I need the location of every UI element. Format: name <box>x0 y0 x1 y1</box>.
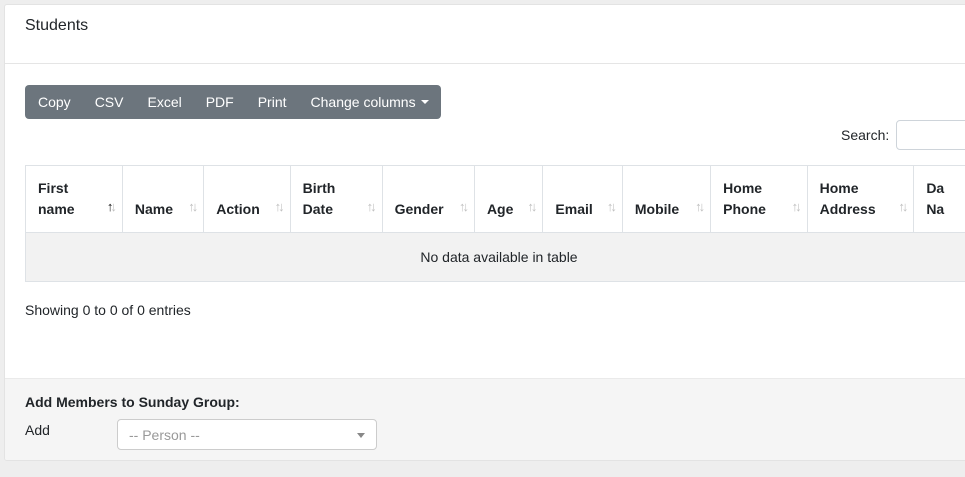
header-text: Home <box>723 180 763 196</box>
students-card: Students Copy CSV Excel PDF Print Change… <box>4 4 965 461</box>
sort-icon: ↑↓ <box>366 199 377 214</box>
card-header: Students <box>5 5 965 64</box>
chevron-down-icon <box>357 433 365 438</box>
column-header-name[interactable]: Name ↑↓ <box>121 165 205 233</box>
add-members-title: Add Members to Sunday Group: <box>25 394 240 410</box>
header-text: First <box>38 180 69 196</box>
header-text: name <box>38 201 75 217</box>
copy-button[interactable]: Copy <box>25 85 83 119</box>
print-label: Print <box>257 94 287 110</box>
table-info: Showing 0 to 0 of 0 entries <box>25 302 191 318</box>
header-text: Phone <box>723 201 766 217</box>
header-text: Age <box>486 201 514 217</box>
header-text: Action <box>216 201 260 217</box>
column-header-action[interactable]: Action ↑↓ <box>203 165 291 233</box>
column-header-age[interactable]: Age ↑↓ <box>473 165 544 233</box>
table-search: Search: <box>841 120 965 150</box>
column-header-gender[interactable]: Gender ↑↓ <box>381 165 475 233</box>
export-button-group: Copy CSV Excel PDF Print Change columns <box>25 85 441 119</box>
empty-table-message: No data available in table <box>25 232 965 282</box>
pdf-button[interactable]: PDF <box>194 85 246 119</box>
column-header-home-phone[interactable]: Home Phone ↑↓ <box>710 165 808 233</box>
header-text: Da <box>926 180 945 196</box>
sort-ascending-icon: ↑↓ <box>106 199 117 214</box>
csv-button[interactable]: CSV <box>83 85 136 119</box>
csv-label: CSV <box>94 94 124 110</box>
sort-icon: ↑↓ <box>898 199 908 214</box>
print-button[interactable]: Print <box>246 85 299 119</box>
sort-icon: ↑↓ <box>188 199 198 214</box>
excel-label: Excel <box>147 94 182 110</box>
person-select-placeholder: -- Person -- <box>129 426 200 443</box>
sort-icon: ↑↓ <box>695 199 705 214</box>
header-text: Birth <box>302 180 336 196</box>
change-columns-button[interactable]: Change columns <box>299 85 441 119</box>
sort-icon: ↑↓ <box>791 199 802 214</box>
header-text: Gender <box>394 201 444 217</box>
search-input[interactable] <box>896 120 965 150</box>
table-header-row: First name ↑↓ Name ↑↓ Action ↑↓ Birth Date ↑↓ … <box>25 165 965 233</box>
sort-icon: ↑↓ <box>274 199 285 214</box>
add-members-section: Add Members to Sunday Group: Add -- Pers… <box>5 378 965 460</box>
search-label: Search: <box>841 127 890 143</box>
caret-down-icon <box>420 100 429 104</box>
card-title: Students <box>25 17 89 34</box>
person-select[interactable]: -- Person -- <box>117 419 377 450</box>
column-header-home-address[interactable]: Home Address ↑↓ <box>806 165 915 233</box>
column-header-birth-date[interactable]: Birth Date ↑↓ <box>289 165 383 233</box>
excel-button[interactable]: Excel <box>135 85 193 119</box>
column-header-first-name[interactable]: First name ↑↓ <box>25 165 123 233</box>
column-header-email[interactable]: Email ↑↓ <box>542 165 623 233</box>
header-text: Na <box>926 201 945 217</box>
change-columns-label: Change columns <box>310 94 416 110</box>
sort-icon: ↑↓ <box>458 199 469 214</box>
sort-icon: ↑↓ <box>606 199 617 214</box>
students-table: First name ↑↓ Name ↑↓ Action ↑↓ Birth Date ↑↓ … <box>25 165 965 282</box>
header-text: Address <box>819 201 876 217</box>
column-header-mobile[interactable]: Mobile ↑↓ <box>621 165 712 233</box>
header-text: Email <box>555 201 593 217</box>
header-text: Mobile <box>634 201 680 217</box>
table-row: No data available in table <box>25 232 965 282</box>
add-label: Add <box>25 422 50 438</box>
header-text: Date <box>302 201 333 217</box>
sort-icon: ↑↓ <box>527 199 537 214</box>
column-header-truncated[interactable]: Da Na <box>913 165 965 233</box>
pdf-label: PDF <box>205 94 234 110</box>
header-text: Name <box>134 201 173 217</box>
header-text: Home <box>819 180 859 196</box>
copy-label: Copy <box>38 94 71 110</box>
